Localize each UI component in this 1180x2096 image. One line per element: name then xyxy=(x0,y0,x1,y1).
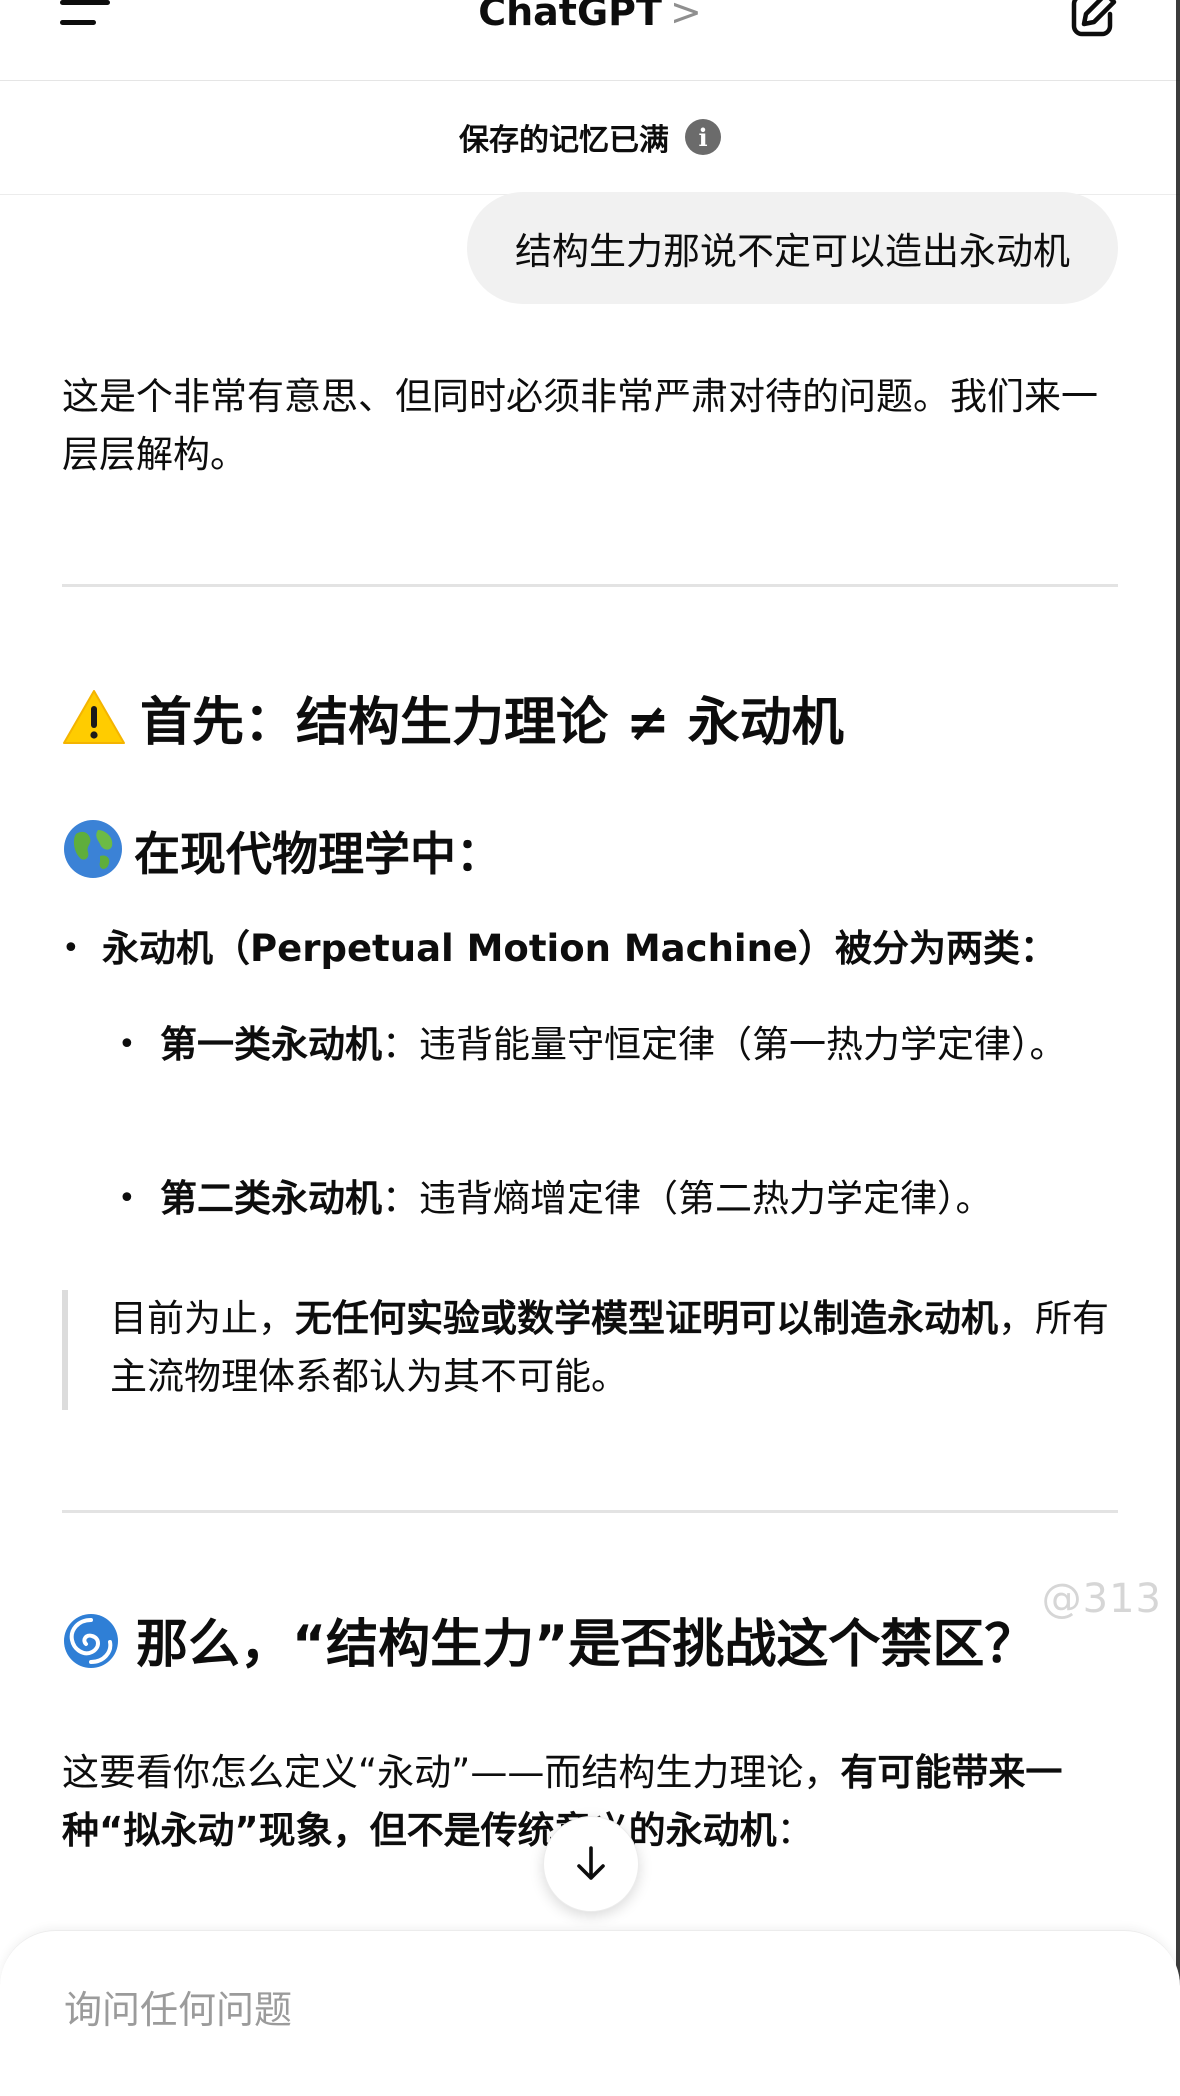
user-message-bubble: 结构生力那说不定可以造出永动机 xyxy=(467,192,1118,304)
list-item-text: ：违背能量守恒定律（第一热力学定律）。 xyxy=(382,1023,1067,1066)
warning-icon xyxy=(63,690,125,744)
blockquote: 目前为止，无任何实验或数学模型证明可以制造永动机，所有主流物理体系都认为其不可能… xyxy=(62,1290,1118,1410)
message-composer xyxy=(0,1930,1180,2096)
arrow-down-icon xyxy=(577,1846,605,1880)
memory-notice-text: 保存的记忆已满 xyxy=(459,123,669,158)
paragraph-suffix: ： xyxy=(776,1809,814,1852)
message-input[interactable] xyxy=(62,1987,1066,2033)
list-item-bold: 第二类永动机 xyxy=(160,1177,382,1220)
chevron-right-icon: > xyxy=(669,0,702,34)
quote-prefix: 目前为止， xyxy=(110,1297,295,1340)
quote-bold: 无任何实验或数学模型证明可以制造永动机 xyxy=(295,1297,998,1340)
scroll-to-bottom-button[interactable] xyxy=(543,1816,639,1912)
memory-full-notice[interactable]: 保存的记忆已满 i xyxy=(0,80,1180,195)
list-item-text: ：违背熵增定律（第二热力学定律）。 xyxy=(382,1177,993,1220)
watermark: @313 xyxy=(1041,1576,1162,1622)
top-bar: ChatGPT > xyxy=(0,0,1180,81)
bullet-dot: • xyxy=(62,931,80,966)
divider xyxy=(62,584,1118,587)
model-selector[interactable]: ChatGPT > xyxy=(0,0,1180,32)
list-item-content: 第二类永动机：违背熵增定律（第二热力学定律）。 xyxy=(160,1170,1120,1228)
section-heading-1-text: 首先：结构生力理论 ≠ 永动机 xyxy=(140,693,844,753)
scrollbar xyxy=(1176,0,1180,2096)
list-item-text: 永动机（Perpetual Motion Machine）被分为两类： xyxy=(102,927,1058,970)
globe-icon xyxy=(64,820,122,878)
bullet-dot: • xyxy=(118,1181,136,1216)
list-item-content: 第一类永动机：违背能量守恒定律（第一热力学定律）。 xyxy=(160,1016,1078,1074)
intro-text: 这是个非常有意思、但同时必须非常严肃对待的问题。我们来一层层解构。 xyxy=(62,375,1098,476)
list-item-bold: 第一类永动机 xyxy=(160,1023,382,1066)
paragraph-text: 这要看你怎么定义“永动”——而结构生力理论， xyxy=(62,1751,841,1794)
section-subheading: 在现代物理学中： xyxy=(62,818,502,884)
section-subheading-text: 在现代物理学中： xyxy=(134,827,502,881)
info-icon[interactable]: i xyxy=(685,119,721,155)
bullet-dot: • xyxy=(118,1027,136,1062)
assistant-intro: 这是个非常有意思、但同时必须非常严肃对待的问题。我们来一层层解构。 xyxy=(62,368,1122,484)
section-heading-2: 那么，“结构生力”是否挑战这个禁区？ xyxy=(62,1612,1036,1677)
compose-icon[interactable] xyxy=(1066,0,1120,40)
app-title: ChatGPT xyxy=(478,0,662,34)
chat-page: ChatGPT > 保存的记忆已满 i 结构生力那说不定可以造出永动机 这是个非常… xyxy=(0,0,1180,2096)
cyclone-icon xyxy=(64,1614,118,1668)
user-message-text: 结构生力那说不定可以造出永动机 xyxy=(515,230,1070,273)
section-heading-2-text: 那么，“结构生力”是否挑战这个禁区？ xyxy=(136,1615,1037,1675)
divider xyxy=(62,1510,1118,1513)
section-heading-1: 首先：结构生力理论 ≠ 永动机 xyxy=(62,688,844,755)
